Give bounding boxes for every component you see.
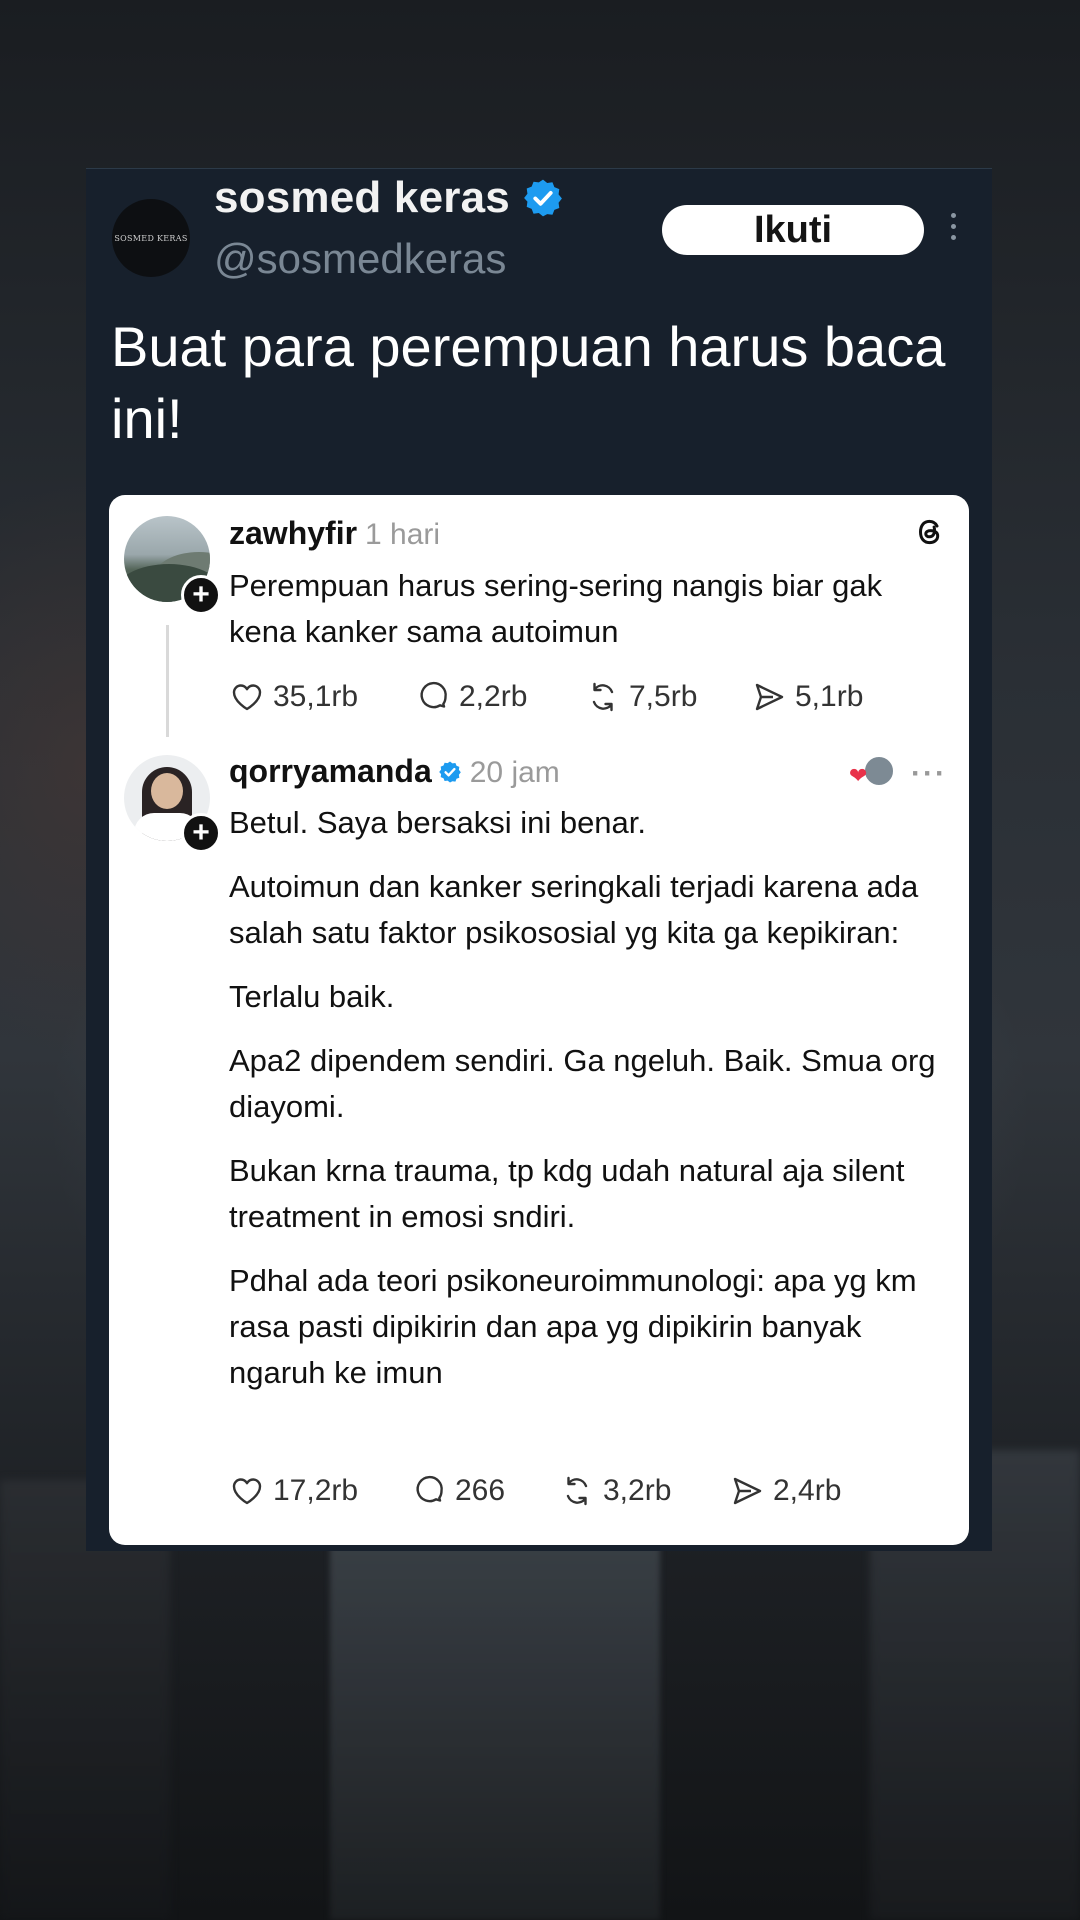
post-time: 1 hari [365, 518, 441, 551]
post-text-paragraph: Terlalu baik. [229, 979, 395, 1014]
avatar[interactable]: SOSMED KERAS [112, 199, 190, 277]
reply-button[interactable]: 2,2rb [415, 679, 585, 715]
follow-plus-icon[interactable]: + [181, 575, 221, 615]
more-options-icon[interactable] [948, 213, 958, 247]
repost-button[interactable]: 7,5rb [585, 679, 751, 715]
post-text-paragraph: Autoimun dan kanker seringkali terjadi k… [229, 869, 919, 950]
repost-icon [592, 682, 614, 712]
username[interactable]: qorryamanda [229, 753, 432, 790]
heart-icon: ❤ [849, 763, 868, 788]
post-text-paragraph: Betul. Saya bersaksi ini benar. [229, 805, 647, 840]
post-actions: 35,1rb 2,2rb 7,5rb 5,1rb [229, 679, 863, 715]
comment-icon [420, 681, 447, 709]
reply-count: 266 [455, 1474, 506, 1507]
send-icon [755, 683, 784, 711]
post-header: qorryamanda 20 jam [229, 753, 560, 790]
like-count: 17,2rb [273, 1474, 359, 1507]
heart-icon [232, 1478, 262, 1505]
post-time: 20 jam [469, 756, 560, 789]
tweet-card: SOSMED KERAS sosmed keras @sosmedkeras I… [86, 168, 992, 1551]
post-text-paragraph: Apa2 dipendem sendiri. Ga ngeluh. Baik. … [229, 1043, 936, 1124]
username[interactable]: zawhyfir [229, 515, 357, 552]
threads-screenshot-card: + zawhyfir 1 hari Perempuan harus sering… [109, 495, 969, 1545]
verified-badge-icon [438, 761, 461, 782]
verified-badge-icon [524, 179, 562, 217]
background-shape [330, 1540, 660, 1920]
tweet-author-row: sosmed keras [214, 173, 564, 223]
follow-button[interactable]: Ikuti [662, 205, 924, 255]
handle[interactable]: @sosmedkeras [214, 235, 506, 283]
thread-connector-line [166, 625, 169, 737]
repost-icon [566, 1476, 588, 1506]
reply-count: 2,2rb [459, 680, 528, 713]
repost-button[interactable]: 3,2rb [559, 1473, 729, 1509]
like-count: 35,1rb [273, 680, 359, 713]
share-button[interactable]: 5,1rb [751, 679, 863, 715]
like-button[interactable]: 17,2rb [229, 1473, 411, 1509]
repost-count: 3,2rb [603, 1474, 672, 1507]
tweet-text: Buat para perempuan harus baca ini! [111, 315, 946, 450]
share-button[interactable]: 2,4rb [729, 1473, 841, 1509]
more-options-icon[interactable]: ··· [911, 757, 947, 791]
comment-icon [416, 1475, 443, 1503]
likers-avatars[interactable]: ❤ [849, 755, 897, 789]
display-name[interactable]: sosmed keras [214, 173, 510, 223]
threads-logo-icon [918, 519, 940, 545]
share-count: 5,1rb [795, 680, 864, 713]
repost-count: 7,5rb [629, 680, 698, 713]
avatar-logo-text: SOSMED KERAS [114, 233, 188, 243]
post-text-paragraph: Bukan krna trauma, tp kdg udah natural a… [229, 1153, 905, 1234]
heart-icon [232, 684, 262, 711]
post-text-paragraph: Perempuan harus sering-sering nangis bia… [229, 568, 883, 649]
send-icon [733, 1477, 762, 1505]
post-text-paragraph: Pdhal ada teori psikoneuroimmunologi: ap… [229, 1263, 917, 1390]
reply-button[interactable]: 266 [411, 1473, 559, 1509]
like-button[interactable]: 35,1rb [229, 679, 415, 715]
post-header: zawhyfir 1 hari [229, 515, 440, 552]
post-text: Betul. Saya bersaksi ini benar. Autoimun… [229, 800, 949, 1414]
share-count: 2,4rb [773, 1474, 842, 1507]
follow-plus-icon[interactable]: + [181, 813, 221, 853]
post-actions: 17,2rb 266 3,2rb 2,4rb [229, 1473, 841, 1509]
post-text: Perempuan harus sering-sering nangis bia… [229, 563, 949, 673]
